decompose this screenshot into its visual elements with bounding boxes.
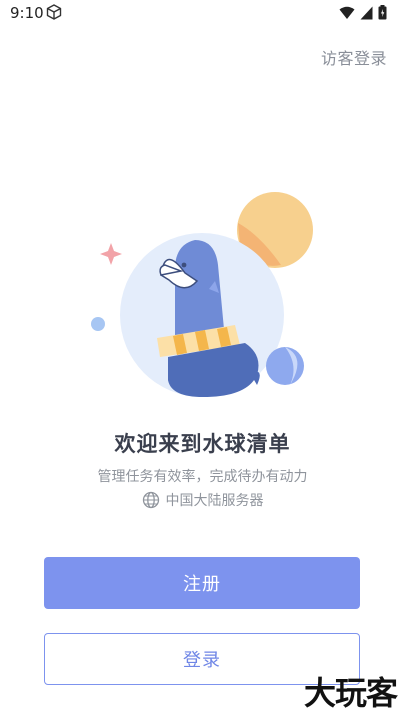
login-button-label: 登录 <box>183 650 221 671</box>
welcome-screen: 9:10 访客登录 欢迎来到水球清单 管理任务有效率，完成待办有动力 中国大陆服… <box>0 0 405 720</box>
box-icon <box>46 4 62 20</box>
dot-shape <box>91 317 105 331</box>
server-selector[interactable]: 中国大陆服务器 <box>0 490 405 510</box>
wifi-icon <box>339 6 355 19</box>
status-bar: 9:10 <box>0 0 405 28</box>
watermark-logo: 大玩客 <box>303 674 398 712</box>
battery-icon <box>378 5 387 20</box>
mascot-illustration <box>91 192 313 397</box>
ball-shape <box>266 347 304 385</box>
guest-login-link[interactable]: 访客登录 <box>321 45 387 69</box>
sparkle-shape <box>100 243 122 265</box>
status-time: 9:10 <box>10 4 44 22</box>
signal-icon <box>360 6 373 19</box>
server-label: 中国大陆服务器 <box>165 493 264 509</box>
register-button[interactable]: 注册 <box>44 557 360 609</box>
globe-icon <box>142 491 159 509</box>
welcome-subtitle: 管理任务有效率，完成待办有动力 <box>97 469 308 485</box>
register-button-label: 注册 <box>183 574 221 595</box>
status-icons <box>339 5 387 20</box>
welcome-title: 欢迎来到水球清单 <box>114 432 291 456</box>
